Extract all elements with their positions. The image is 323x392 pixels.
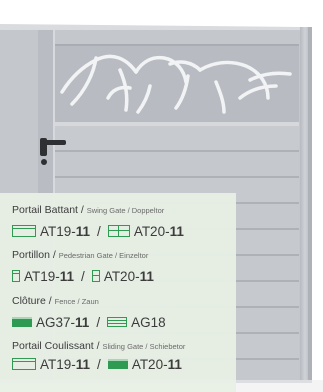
- reference-row: AT19-11 / AT20-11: [12, 223, 234, 239]
- separator: /: [97, 356, 101, 372]
- product-info-panel: Portail Battant / Swing Gate / Doppeltor…: [0, 193, 236, 392]
- section-title-text: Portail Battant: [12, 204, 78, 216]
- reference-code: AT19-11: [40, 223, 91, 239]
- section-title: Clôture / Fence / Zaun: [12, 295, 99, 307]
- separator: /: [96, 314, 101, 330]
- post-icon: [12, 270, 20, 282]
- reference-code: AG37-11: [36, 314, 90, 330]
- reference-code: AT20-11: [131, 356, 182, 372]
- separator: /: [97, 223, 101, 239]
- reference-row: AG37-11 / AG18: [12, 314, 234, 330]
- section-title: Portillon / Pedestrian Gate / Einzeltor: [12, 249, 149, 261]
- section-title-text: Portail Coulissant: [12, 340, 94, 352]
- lines-board-icon: [107, 317, 128, 327]
- reference-code: AT19-11: [40, 356, 91, 372]
- board-icon: [12, 358, 36, 370]
- reference-row: AT19-11 / AT20-11: [12, 356, 234, 372]
- section-subtitle: Pedestrian Gate / Einzeltor: [58, 251, 149, 260]
- fill-board-icon: [12, 317, 32, 327]
- fill-board-icon: [107, 359, 128, 369]
- reference-code: AT20-11: [103, 268, 154, 284]
- reference-code: AG18: [131, 314, 166, 330]
- section-subtitle: Fence / Zaun: [54, 297, 99, 306]
- board-icon: [12, 225, 36, 237]
- lock-icon: [41, 159, 47, 165]
- post-split-icon: [91, 270, 100, 282]
- section-fence: Clôture / Fence / Zaun AG37-11 / AG18: [12, 295, 234, 330]
- section-pedestrian-gate: Portillon / Pedestrian Gate / Einzeltor …: [12, 249, 234, 284]
- section-title: Portail Coulissant / Sliding Gate / Schi…: [12, 340, 186, 352]
- section-title-text: Portillon: [12, 249, 50, 261]
- decor-panel: [55, 44, 299, 122]
- section-title: Portail Battant / Swing Gate / Doppeltor: [12, 204, 165, 216]
- section-title-text: Clôture: [12, 295, 46, 307]
- section-subtitle: Sliding Gate / Schiebetor: [102, 342, 186, 351]
- reference-code: AT19-11: [24, 268, 75, 284]
- separator: /: [81, 268, 85, 284]
- section-swing-gate: Portail Battant / Swing Gate / Doppeltor…: [12, 204, 234, 239]
- section-sliding-gate: Portail Coulissant / Sliding Gate / Schi…: [12, 340, 234, 372]
- section-subtitle: Swing Gate / Doppeltor: [86, 206, 165, 215]
- reference-row: AT19-11 / AT20-11: [12, 268, 234, 284]
- board-split-icon: [107, 225, 130, 237]
- reference-code: AT20-11: [133, 223, 184, 239]
